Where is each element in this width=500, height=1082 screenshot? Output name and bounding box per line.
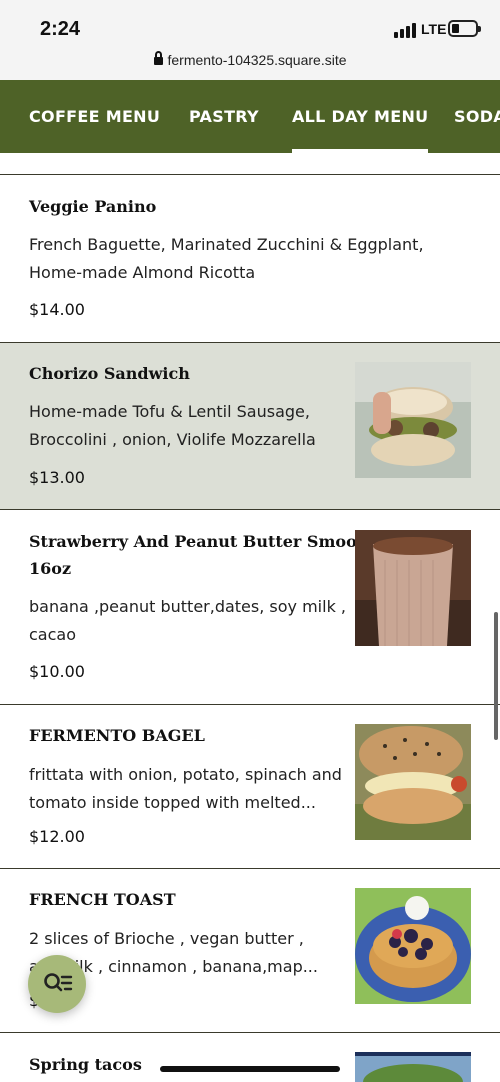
item-price: $10.00 (29, 662, 85, 681)
item-description-line: Home-made Tofu & Lentil Sausage, (29, 402, 310, 421)
item-description-line: tomato inside topped with melted... (29, 793, 316, 812)
item-name: FERMENTO BAGEL (29, 726, 205, 745)
item-description-line: French Baguette, Marinated Zucchini & Eg… (29, 235, 424, 254)
lock-icon (153, 51, 163, 65)
tab-all-day-menu[interactable]: ALL DAY MENU (292, 80, 429, 153)
search-list-icon (44, 973, 73, 992)
item-name-line: Strawberry And Peanut Butter Smoothie (29, 532, 393, 551)
tab-coffee-menu[interactable]: COFFEE MENU (29, 80, 160, 153)
item-name: Veggie Panino (29, 197, 157, 216)
menu-item-spring-tacos[interactable]: Spring tacos (0, 1033, 500, 1082)
tab-pastry[interactable]: PASTRY (189, 80, 259, 153)
item-name: Spring tacos (29, 1055, 142, 1074)
url-text: fermento-104325.square.site (167, 52, 347, 68)
home-indicator[interactable] (160, 1066, 340, 1072)
scrollbar[interactable] (494, 612, 498, 740)
address-bar[interactable]: fermento-104325.square.site (0, 51, 500, 68)
tab-soda[interactable]: SODA (454, 80, 500, 153)
battery-icon (448, 20, 481, 37)
menu-item-smoothie[interactable]: Strawberry And Peanut Butter Smoothie 16… (0, 510, 500, 704)
item-name-line: 16oz (29, 559, 72, 578)
item-description-line: Broccolini , onion, Violife Mozzarella (29, 430, 316, 449)
tacos-photo-icon (355, 1052, 471, 1082)
item-description-line: cacao (29, 625, 76, 644)
menu-item-veggie-panino[interactable]: Veggie Panino French Baguette, Marinated… (0, 175, 500, 342)
menu-item-chorizo-sandwich[interactable]: Chorizo Sandwich Home-made Tofu & Lentil… (0, 343, 500, 509)
signal-icon (394, 23, 418, 38)
item-price: $12.00 (29, 827, 85, 846)
smoothie-photo-icon (355, 530, 471, 646)
item-name: FRENCH TOAST (29, 890, 176, 909)
bagel-photo-icon (355, 724, 471, 840)
network-label: LTE (421, 21, 447, 37)
item-description-line: frittata with onion, potato, spinach and (29, 765, 342, 784)
status-time: 2:24 (40, 18, 81, 40)
sandwich-photo-icon (355, 362, 471, 478)
status-bar: 2:24 LTE fermento-104325.square.site (0, 0, 500, 80)
menu-item-fermento-bagel[interactable]: FERMENTO BAGEL frittata with onion, pota… (0, 705, 500, 868)
item-price: $14.00 (29, 300, 85, 319)
menu-search-button[interactable] (28, 955, 86, 1013)
item-description-line: Home-made Almond Ricotta (29, 263, 256, 282)
item-description-line: 2 slices of Brioche , vegan butter , (29, 929, 304, 948)
item-price: $13.00 (29, 468, 85, 487)
french-toast-photo-icon (355, 888, 471, 1004)
item-description-line: banana ,peanut butter,dates, soy milk , (29, 597, 346, 616)
item-name: Chorizo Sandwich (29, 364, 190, 383)
category-nav: COFFEE MENU PASTRY ALL DAY MENU SODA (0, 80, 500, 153)
